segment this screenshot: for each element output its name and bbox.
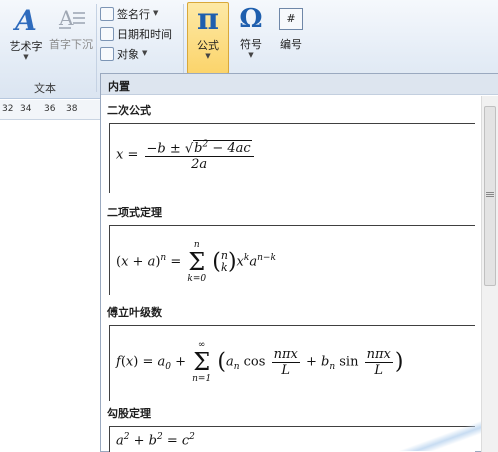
symbol-label: 符号	[240, 38, 262, 51]
chevron-down-icon: ▼	[23, 53, 29, 61]
date-time-button[interactable]: 日期和时间	[100, 25, 172, 42]
chevron-down-icon: ▼	[153, 9, 159, 17]
formula-fourier: f(x) = a0 + ∞ Σn=1 (an cos nπx L + bn sin …	[116, 340, 404, 384]
dropcap-button[interactable]: A 首字下沉	[48, 4, 94, 52]
chevron-down-icon: ▼	[142, 49, 148, 57]
number-button[interactable]: # 编号	[273, 6, 309, 52]
ruler-tick: 32	[2, 104, 14, 114]
calendar-icon	[100, 26, 114, 41]
grip-icon	[486, 192, 494, 193]
horizontal-ruler: 32 34 36 38	[0, 100, 100, 120]
dropcap-label: 首字下沉	[49, 38, 93, 51]
datetime-label: 日期和时间	[117, 27, 172, 41]
object-icon	[100, 46, 114, 61]
chevron-down-icon: ▼	[205, 52, 211, 60]
object-label: 对象	[117, 47, 139, 61]
group-label-text: 文本	[34, 82, 56, 95]
gallery-item-quadratic[interactable]: x = −b ± √b2 − 4ac 2a	[109, 123, 475, 193]
dropcap-icon: A	[57, 6, 85, 36]
wordart-button[interactable]: A 艺术字 ▼	[6, 4, 46, 61]
ruler-tick: 36	[44, 104, 56, 114]
ruler-tick: 34	[20, 104, 32, 114]
gallery-item-fourier[interactable]: f(x) = a0 + ∞ Σn=1 (an cos nπx L + bn sin …	[109, 325, 475, 401]
formula-pythagorean: a2 + b2 = c2	[116, 432, 195, 449]
gallery-item-title: 傅立叶级数	[107, 306, 162, 319]
chevron-down-icon: ▼	[248, 51, 254, 59]
equation-label: 公式	[197, 39, 219, 52]
gallery-item-title: 二项式定理	[107, 206, 162, 219]
pen-icon	[100, 6, 114, 21]
object-button[interactable]: 对象 ▼	[100, 45, 147, 62]
signature-line-button[interactable]: 签名行 ▼	[100, 5, 158, 22]
wordart-icon: A	[15, 4, 37, 37]
ruler-tick: 38	[66, 104, 78, 114]
symbol-button[interactable]: Ω 符号 ▼	[231, 2, 271, 59]
signature-label: 签名行	[117, 7, 150, 21]
gallery-scrollbar[interactable]	[481, 96, 498, 452]
equation-gallery: 内置 二次公式 x = −b ± √b2 − 4ac 2a 二项式定理 (x + …	[100, 73, 498, 452]
wordart-label: 艺术字	[9, 40, 43, 53]
scrollbar-thumb[interactable]	[484, 106, 496, 286]
formula-binomial: (x + a)n = n Σk=0 (n k)xkan−k	[116, 240, 276, 284]
gallery-item-title: 勾股定理	[107, 407, 151, 420]
omega-icon: Ω	[239, 4, 263, 34]
formula-quadratic: x = −b ± √b2 − 4ac 2a	[116, 138, 256, 172]
number-label: 编号	[280, 38, 302, 51]
document-area[interactable]	[0, 121, 100, 452]
divider	[96, 4, 97, 92]
pi-icon: π	[197, 2, 219, 37]
equation-button[interactable]: π 公式 ▼	[187, 2, 229, 74]
gallery-item-binomial[interactable]: (x + a)n = n Σk=0 (n k)xkan−k	[109, 225, 475, 295]
gallery-item-title: 二次公式	[107, 104, 151, 117]
gallery-header: 内置	[101, 74, 498, 95]
number-icon: #	[279, 8, 303, 30]
